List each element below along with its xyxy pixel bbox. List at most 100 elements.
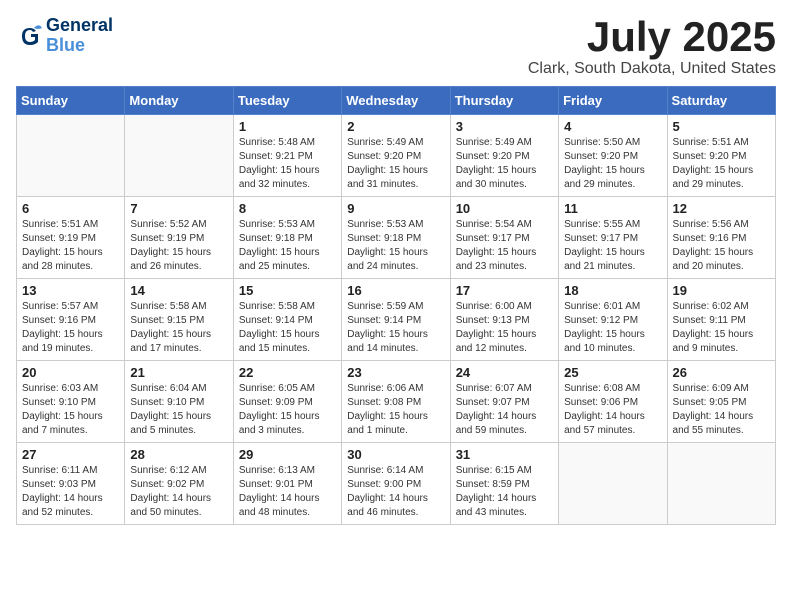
day-info: Sunrise: 6:04 AM Sunset: 9:10 PM Dayligh… xyxy=(130,382,227,438)
day-info: Sunrise: 5:58 AM Sunset: 9:14 PM Dayligh… xyxy=(239,300,336,356)
day-number: 10 xyxy=(456,201,553,216)
header-thursday: Thursday xyxy=(450,87,558,115)
calendar-cell: 21 Sunrise: 6:04 AM Sunset: 9:10 PM Dayli… xyxy=(125,361,233,443)
calendar-cell: 18 Sunrise: 6:01 AM Sunset: 9:12 PM Dayli… xyxy=(559,279,667,361)
calendar-cell: 27 Sunrise: 6:11 AM Sunset: 9:03 PM Dayli… xyxy=(17,443,125,525)
calendar-cell: 3 Sunrise: 5:49 AM Sunset: 9:20 PM Daylig… xyxy=(450,115,558,197)
calendar-cell: 5 Sunrise: 5:51 AM Sunset: 9:20 PM Daylig… xyxy=(667,115,775,197)
day-number: 17 xyxy=(456,283,553,298)
logo-text: General Blue xyxy=(46,16,113,56)
calendar-cell: 15Sunrise: 5:58 AM Sunset: 9:14 PM Dayli… xyxy=(233,279,341,361)
day-number: 23 xyxy=(347,365,444,380)
day-number: 9 xyxy=(347,201,444,216)
day-number: 31 xyxy=(456,447,553,462)
day-number: 7 xyxy=(130,201,227,216)
day-number: 27 xyxy=(22,447,119,462)
day-info: Sunrise: 5:52 AM Sunset: 9:19 PM Dayligh… xyxy=(130,218,227,274)
day-info: Sunrise: 6:15 AM Sunset: 8:59 PM Dayligh… xyxy=(456,464,553,520)
calendar-cell: 30Sunrise: 6:14 AM Sunset: 9:00 PM Dayli… xyxy=(342,443,450,525)
day-info: Sunrise: 6:08 AM Sunset: 9:06 PM Dayligh… xyxy=(564,382,661,438)
calendar-cell: 19 Sunrise: 6:02 AM Sunset: 9:11 PM Dayli… xyxy=(667,279,775,361)
calendar-cell: 10 Sunrise: 5:54 AM Sunset: 9:17 PM Dayli… xyxy=(450,197,558,279)
month-title: July 2025 xyxy=(528,16,776,58)
day-number: 22 xyxy=(239,365,336,380)
day-info: Sunrise: 5:55 AM Sunset: 9:17 PM Dayligh… xyxy=(564,218,661,274)
day-info: Sunrise: 5:49 AM Sunset: 9:20 PM Dayligh… xyxy=(456,136,553,192)
day-number: 12 xyxy=(673,201,770,216)
calendar-cell xyxy=(125,115,233,197)
day-info: Sunrise: 5:58 AM Sunset: 9:15 PM Dayligh… xyxy=(130,300,227,356)
day-number: 5 xyxy=(673,119,770,134)
calendar-cell: 1 Sunrise: 5:48 AM Sunset: 9:21 PM Daylig… xyxy=(233,115,341,197)
day-info: Sunrise: 6:12 AM Sunset: 9:02 PM Dayligh… xyxy=(130,464,227,520)
calendar-week-3: 13 Sunrise: 5:57 AM Sunset: 9:16 PM Dayli… xyxy=(17,279,776,361)
day-info: Sunrise: 5:49 AM Sunset: 9:20 PM Dayligh… xyxy=(347,136,444,192)
day-info: Sunrise: 6:05 AM Sunset: 9:09 PM Dayligh… xyxy=(239,382,336,438)
day-info: Sunrise: 6:02 AM Sunset: 9:11 PM Dayligh… xyxy=(673,300,770,356)
calendar-cell: 8Sunrise: 5:53 AM Sunset: 9:18 PM Daylig… xyxy=(233,197,341,279)
day-info: Sunrise: 5:51 AM Sunset: 9:20 PM Dayligh… xyxy=(673,136,770,192)
day-info: Sunrise: 5:51 AM Sunset: 9:19 PM Dayligh… xyxy=(22,218,119,274)
day-info: Sunrise: 5:48 AM Sunset: 9:21 PM Dayligh… xyxy=(239,136,336,192)
calendar-week-2: 6 Sunrise: 5:51 AM Sunset: 9:19 PM Daylig… xyxy=(17,197,776,279)
day-number: 19 xyxy=(673,283,770,298)
header-saturday: Saturday xyxy=(667,87,775,115)
title-block: July 2025 Clark, South Dakota, United St… xyxy=(528,16,776,78)
day-info: Sunrise: 6:07 AM Sunset: 9:07 PM Dayligh… xyxy=(456,382,553,438)
calendar-cell: 14Sunrise: 5:58 AM Sunset: 9:15 PM Dayli… xyxy=(125,279,233,361)
day-number: 29 xyxy=(239,447,336,462)
calendar-cell: 23Sunrise: 6:06 AM Sunset: 9:08 PM Dayli… xyxy=(342,361,450,443)
day-info: Sunrise: 5:50 AM Sunset: 9:20 PM Dayligh… xyxy=(564,136,661,192)
calendar-cell xyxy=(559,443,667,525)
day-number: 30 xyxy=(347,447,444,462)
day-number: 13 xyxy=(22,283,119,298)
day-info: Sunrise: 6:13 AM Sunset: 9:01 PM Dayligh… xyxy=(239,464,336,520)
header-friday: Friday xyxy=(559,87,667,115)
day-number: 26 xyxy=(673,365,770,380)
day-number: 24 xyxy=(456,365,553,380)
day-number: 1 xyxy=(239,119,336,134)
day-info: Sunrise: 6:00 AM Sunset: 9:13 PM Dayligh… xyxy=(456,300,553,356)
calendar-cell: 11Sunrise: 5:55 AM Sunset: 9:17 PM Dayli… xyxy=(559,197,667,279)
calendar-cell: 26Sunrise: 6:09 AM Sunset: 9:05 PM Dayli… xyxy=(667,361,775,443)
day-number: 3 xyxy=(456,119,553,134)
calendar-cell: 12Sunrise: 5:56 AM Sunset: 9:16 PM Dayli… xyxy=(667,197,775,279)
calendar-cell: 31 Sunrise: 6:15 AM Sunset: 8:59 PM Dayli… xyxy=(450,443,558,525)
day-number: 4 xyxy=(564,119,661,134)
day-info: Sunrise: 5:53 AM Sunset: 9:18 PM Dayligh… xyxy=(347,218,444,274)
day-info: Sunrise: 5:57 AM Sunset: 9:16 PM Dayligh… xyxy=(22,300,119,356)
page-header: General Blue July 2025 Clark, South Dako… xyxy=(16,16,776,78)
calendar-cell: 16Sunrise: 5:59 AM Sunset: 9:14 PM Dayli… xyxy=(342,279,450,361)
day-info: Sunrise: 6:01 AM Sunset: 9:12 PM Dayligh… xyxy=(564,300,661,356)
calendar-week-1: 1 Sunrise: 5:48 AM Sunset: 9:21 PM Daylig… xyxy=(17,115,776,197)
calendar-cell: 29 Sunrise: 6:13 AM Sunset: 9:01 PM Dayli… xyxy=(233,443,341,525)
calendar-header-row: Sunday Monday Tuesday Wednesday Thursday… xyxy=(17,87,776,115)
day-number: 6 xyxy=(22,201,119,216)
calendar-cell: 24 Sunrise: 6:07 AM Sunset: 9:07 PM Dayli… xyxy=(450,361,558,443)
logo-line2: Blue xyxy=(46,35,85,55)
calendar-cell: 2 Sunrise: 5:49 AM Sunset: 9:20 PM Daylig… xyxy=(342,115,450,197)
calendar-cell: 7 Sunrise: 5:52 AM Sunset: 9:19 PM Daylig… xyxy=(125,197,233,279)
logo: General Blue xyxy=(16,16,113,56)
calendar-week-4: 20Sunrise: 6:03 AM Sunset: 9:10 PM Dayli… xyxy=(17,361,776,443)
calendar-cell: 6 Sunrise: 5:51 AM Sunset: 9:19 PM Daylig… xyxy=(17,197,125,279)
day-number: 28 xyxy=(130,447,227,462)
logo-icon xyxy=(16,22,44,50)
calendar-cell: 17 Sunrise: 6:00 AM Sunset: 9:13 PM Dayli… xyxy=(450,279,558,361)
header-wednesday: Wednesday xyxy=(342,87,450,115)
day-number: 8 xyxy=(239,201,336,216)
calendar-cell: 25Sunrise: 6:08 AM Sunset: 9:06 PM Dayli… xyxy=(559,361,667,443)
calendar: Sunday Monday Tuesday Wednesday Thursday… xyxy=(16,86,776,525)
day-number: 21 xyxy=(130,365,227,380)
calendar-cell xyxy=(667,443,775,525)
calendar-cell xyxy=(17,115,125,197)
calendar-cell: 9 Sunrise: 5:53 AM Sunset: 9:18 PM Daylig… xyxy=(342,197,450,279)
calendar-cell: 13 Sunrise: 5:57 AM Sunset: 9:16 PM Dayli… xyxy=(17,279,125,361)
day-info: Sunrise: 5:54 AM Sunset: 9:17 PM Dayligh… xyxy=(456,218,553,274)
day-info: Sunrise: 5:59 AM Sunset: 9:14 PM Dayligh… xyxy=(347,300,444,356)
day-number: 20 xyxy=(22,365,119,380)
day-info: Sunrise: 6:11 AM Sunset: 9:03 PM Dayligh… xyxy=(22,464,119,520)
logo-line1: General xyxy=(46,16,113,36)
day-number: 2 xyxy=(347,119,444,134)
day-number: 18 xyxy=(564,283,661,298)
